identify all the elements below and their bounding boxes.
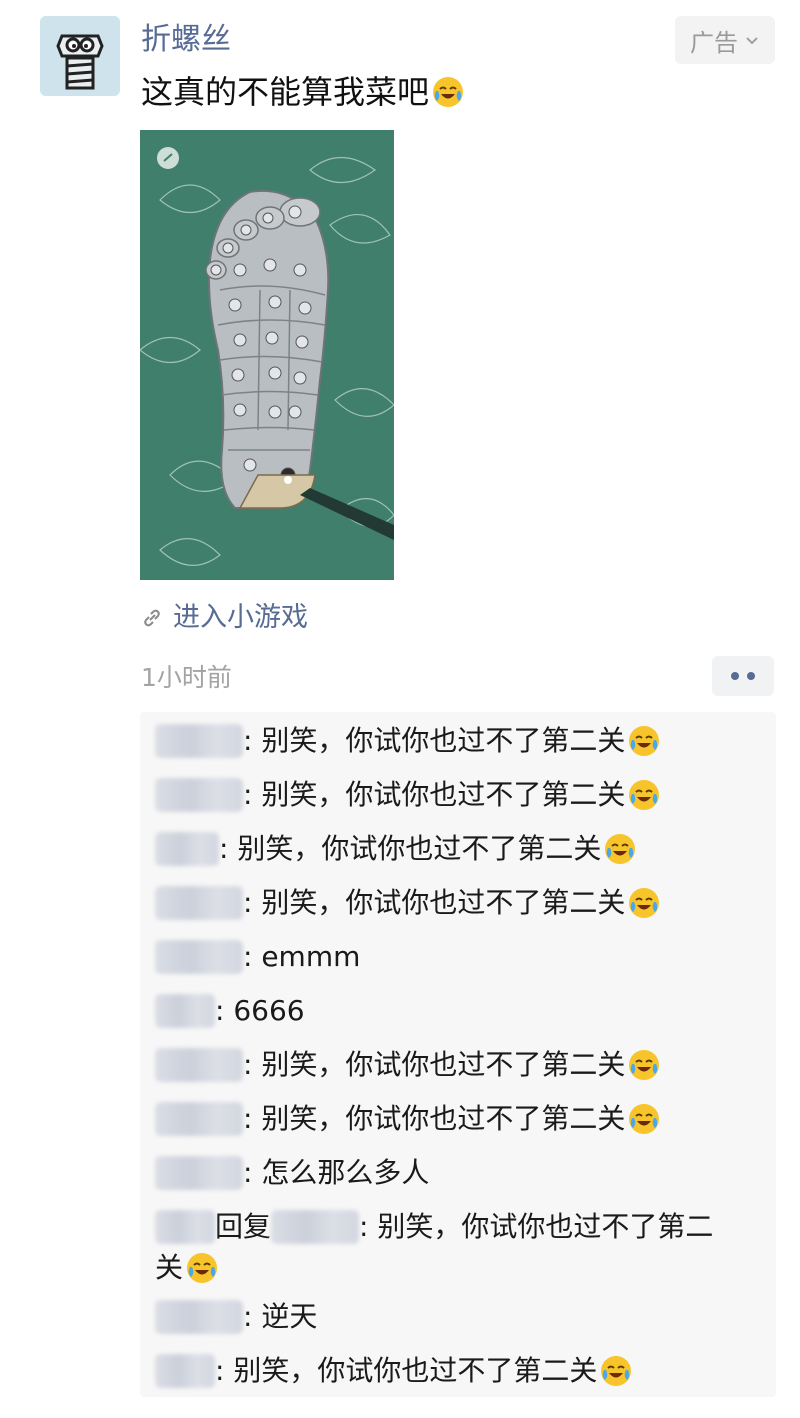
comments-panel: : 别笑，你试你也过不了第二关 : 别笑，你试你也过不了第二关 : 别笑，你试你…	[140, 712, 776, 1397]
comment-item[interactable]: : 别笑，你试你也过不了第二关	[155, 774, 765, 815]
comment-item[interactable]: : 逆天	[155, 1296, 765, 1337]
laugh-cry-emoji	[187, 1253, 218, 1283]
more-dots-icon	[731, 672, 739, 680]
comment-item[interactable]: : 别笑，你试你也过不了第二关	[155, 1044, 765, 1085]
author-name[interactable]: 折螺丝	[141, 20, 231, 60]
more-button[interactable]	[712, 656, 774, 696]
comment-item[interactable]: : 别笑，你试你也过不了第二关	[155, 1098, 765, 1139]
comment-item[interactable]: : 别笑，你试你也过不了第二关	[155, 1350, 765, 1391]
game-preview-image[interactable]	[140, 130, 394, 580]
enter-game-link[interactable]: 进入小游戏	[141, 598, 308, 638]
blurred-commenter-name	[155, 1156, 243, 1190]
blurred-commenter-name	[155, 724, 243, 758]
avatar[interactable]	[40, 16, 120, 96]
chevron-down-icon	[746, 37, 758, 45]
laugh-cry-emoji	[601, 1356, 632, 1386]
blurred-commenter-name	[155, 1300, 243, 1334]
comment-item[interactable]: : 怎么那么多人	[155, 1152, 765, 1193]
blurred-reply-target-name	[271, 1210, 360, 1244]
blurred-commenter-name	[155, 1102, 243, 1136]
laugh-cry-emoji	[605, 834, 636, 864]
post-text: 这真的不能算我菜吧	[141, 70, 465, 114]
ad-badge[interactable]: 广告	[675, 16, 775, 64]
more-dots-icon	[747, 672, 755, 680]
comment-item[interactable]: : 别笑，你试你也过不了第二关	[155, 720, 765, 761]
blurred-commenter-name	[155, 832, 219, 866]
ad-label: 广告	[690, 28, 738, 57]
laugh-cry-emoji	[433, 77, 464, 107]
laugh-cry-emoji	[629, 726, 660, 756]
laugh-cry-emoji	[629, 888, 660, 918]
screw-foot-game-illustration	[140, 130, 394, 580]
laugh-cry-emoji	[629, 1104, 660, 1134]
blurred-commenter-name	[155, 940, 243, 974]
bolt-avatar-icon	[40, 16, 120, 96]
blurred-commenter-name	[155, 886, 243, 920]
blurred-commenter-name	[155, 1354, 215, 1388]
link-icon	[144, 609, 160, 627]
laugh-cry-emoji	[629, 780, 660, 810]
comment-item[interactable]: : 别笑，你试你也过不了第二关	[155, 882, 765, 923]
laugh-cry-emoji	[629, 1050, 660, 1080]
blurred-commenter-name	[155, 994, 215, 1028]
comment-item[interactable]: : 6666	[155, 990, 765, 1031]
comment-reply-item[interactable]: 回复: 别笑，你试你也过不了第二 关	[155, 1206, 765, 1288]
enter-game-label: 进入小游戏	[173, 602, 308, 633]
blurred-commenter-name	[155, 1048, 243, 1082]
comment-item[interactable]: : 别笑，你试你也过不了第二关	[155, 828, 765, 869]
post-time: 1小时前	[141, 663, 232, 692]
blurred-commenter-name	[155, 778, 243, 812]
post-text-content: 这真的不能算我菜吧	[141, 73, 430, 111]
blurred-commenter-name	[155, 1210, 215, 1244]
comment-item[interactable]: : emmm	[155, 936, 765, 977]
